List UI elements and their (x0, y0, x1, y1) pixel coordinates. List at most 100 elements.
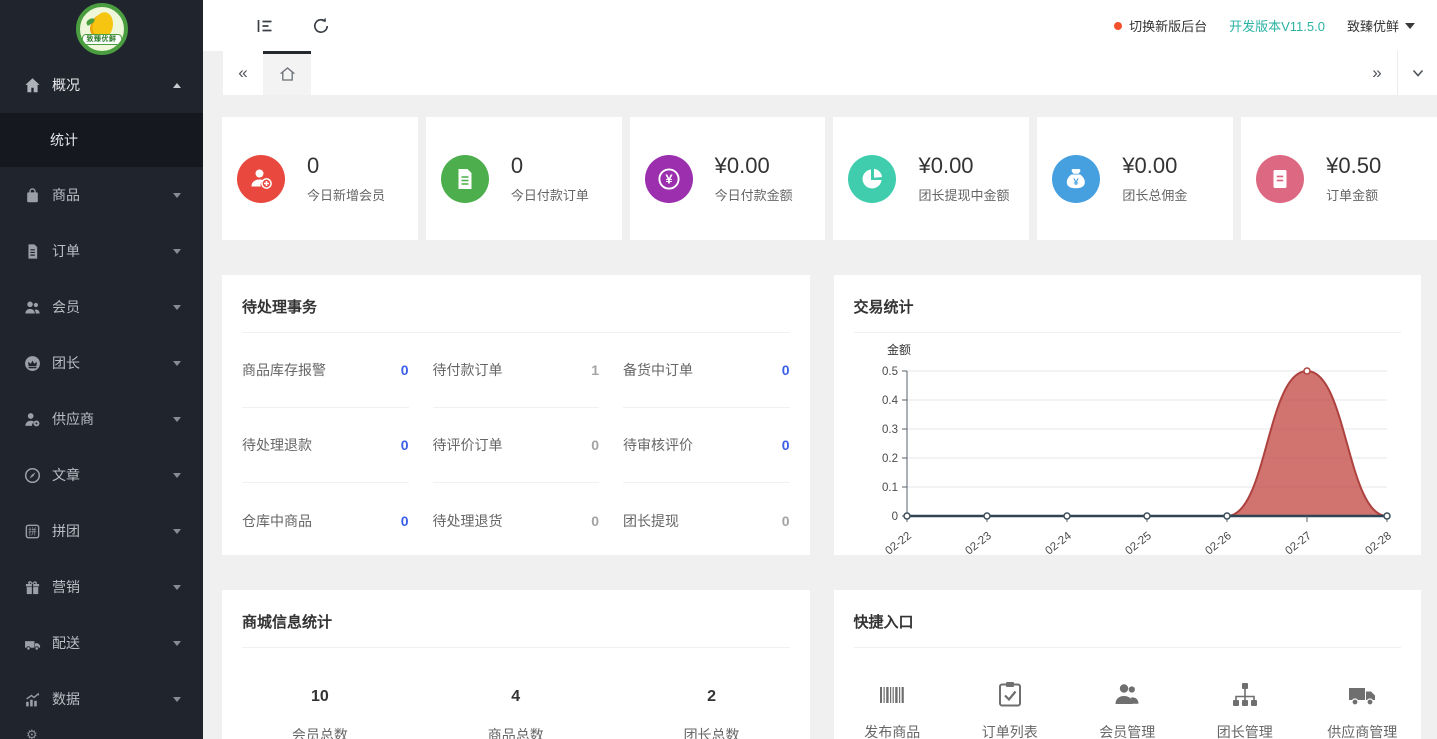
quick-entry-supplier-mgmt[interactable]: 供应商管理 (1304, 678, 1422, 739)
refresh-icon[interactable] (311, 16, 331, 36)
tab-home[interactable] (263, 51, 311, 95)
sidebar-item-goods[interactable]: 商品 (0, 167, 203, 223)
supplier-icon (24, 411, 41, 428)
stat-card-order-amount[interactable]: ¥0.50 订单金额 (1241, 117, 1437, 240)
sidebar-item-label: 拼团 (52, 521, 80, 541)
sidebar-item-statistics[interactable]: 统计 (0, 113, 203, 167)
pending-item[interactable]: 待处理退款0 (242, 408, 409, 483)
pending-item[interactable]: 待处理退货0 (433, 483, 600, 558)
stat-label: 今日付款金额 (715, 185, 793, 204)
switch-new-admin-link[interactable]: 切换新版后台 (1114, 16, 1207, 35)
sidebar-item-label: 文章 (52, 465, 80, 485)
chevron-down-icon (173, 305, 181, 310)
pending-item[interactable]: 待付款订单1 (433, 333, 600, 408)
svg-text:02-24: 02-24 (1043, 530, 1074, 555)
tabs-scroll-right-button[interactable]: » (1357, 51, 1397, 95)
sidebar-menu: 概况 统计 商品 订单 (0, 57, 203, 739)
chevron-down-icon (173, 641, 181, 646)
switch-new-admin-label: 切换新版后台 (1129, 16, 1207, 35)
gear-icon: ⚙ (26, 727, 38, 739)
yen-coin-icon: ¥ (645, 155, 693, 203)
red-dot-icon (1114, 22, 1122, 30)
compass-icon (24, 467, 41, 484)
stat-label: 团长提现中金额 (918, 185, 1009, 204)
version-link[interactable]: 开发版本V11.5.0 (1229, 16, 1325, 35)
sidebar-toggle-icon[interactable] (255, 16, 275, 36)
transaction-chart: 00.10.20.30.40.502-2202-2302-2402-2502-2… (859, 341, 1404, 555)
svg-text:0.3: 0.3 (882, 424, 898, 436)
top-navbar: 切换新版后台 开发版本V11.5.0 致臻优鲜 (203, 0, 1437, 51)
stat-card-paid-amount[interactable]: ¥ ¥0.00 今日付款金额 (630, 117, 826, 240)
sidebar-item-orders[interactable]: 订单 (0, 223, 203, 279)
sidebar-item-articles[interactable]: 文章 (0, 447, 203, 503)
sitemap-icon (1186, 678, 1304, 710)
pending-panel: 待处理事务 商品库存报警0 待付款订单1 备货中订单0 待处理退款0 待评价订单… (222, 275, 810, 555)
stat-card-new-members[interactable]: 0 今日新增会员 (222, 117, 418, 240)
quick-entry-member-mgmt[interactable]: 会员管理 (1069, 678, 1187, 739)
sidebar-item-members[interactable]: 会员 (0, 279, 203, 335)
group-buy-icon: 拼 (24, 523, 41, 540)
tab-bar: « » (203, 51, 1437, 95)
mall-stat-goods: 4 商品总数 (418, 688, 614, 739)
sidebar-item-supplier[interactable]: 供应商 (0, 391, 203, 447)
sidebar-item-partial: ⚙ (0, 727, 203, 739)
pending-item[interactable]: 待审核评价0 (623, 408, 790, 483)
quick-entry-row: 发布商品 订单列表 会员管理 (834, 678, 1422, 739)
user-plus-icon (237, 155, 285, 203)
pending-item[interactable]: 仓库中商品0 (242, 483, 409, 558)
stat-value: ¥0.00 (918, 153, 1009, 179)
document-icon (441, 155, 489, 203)
crown-icon (24, 355, 41, 372)
pending-item[interactable]: 备货中订单0 (623, 333, 790, 408)
chevron-down-icon (173, 473, 181, 478)
stat-card-leader-commission[interactable]: ¥ ¥0.00 团长总佣金 (1037, 117, 1233, 240)
money-bag-icon: ¥ (1052, 155, 1100, 203)
sidebar-item-data[interactable]: 数据 (0, 671, 203, 727)
quick-entry-publish-goods[interactable]: 发布商品 (834, 678, 952, 739)
tabs-scroll-left-button[interactable]: « (223, 51, 263, 95)
panel-title: 商城信息统计 (222, 590, 810, 647)
svg-text:¥: ¥ (1074, 177, 1080, 188)
quick-entry-order-list[interactable]: 订单列表 (951, 678, 1069, 739)
brand-logo-text: 致臻优鲜 (82, 34, 122, 45)
svg-text:¥: ¥ (665, 171, 673, 186)
sidebar-item-label: 配送 (52, 633, 80, 653)
account-menu[interactable]: 致臻优鲜 (1347, 16, 1415, 35)
account-name: 致臻优鲜 (1347, 16, 1399, 35)
pending-item[interactable]: 团长提现0 (623, 483, 790, 558)
stat-card-leader-withdrawing[interactable]: ¥0.00 团长提现中金额 (833, 117, 1029, 240)
pending-item[interactable]: 待评价订单0 (433, 408, 600, 483)
stat-value: ¥0.00 (715, 153, 793, 179)
sidebar-item-label: 商品 (52, 185, 80, 205)
brand-logo[interactable]: 致臻优鲜 (0, 0, 203, 57)
svg-text:02-26: 02-26 (1203, 530, 1234, 555)
delivery-truck-icon (1304, 678, 1422, 710)
stat-label: 团长总佣金 (1122, 185, 1187, 204)
chevron-down-icon (173, 697, 181, 702)
mall-stat-leaders: 2 团长总数 (614, 688, 810, 739)
sidebar-item-marketing[interactable]: 营销 (0, 559, 203, 615)
clipboard-check-icon (951, 678, 1069, 710)
quick-entry-leader-mgmt[interactable]: 团长管理 (1186, 678, 1304, 739)
app-root: 致臻优鲜 概况 统计 商品 (0, 0, 1437, 739)
stat-card-paid-orders[interactable]: 0 今日付款订单 (426, 117, 622, 240)
chevron-down-icon (173, 417, 181, 422)
sidebar-item-label: 数据 (52, 689, 80, 709)
tabs-dropdown-button[interactable] (1397, 51, 1437, 95)
dashboard-content: 0 今日新增会员 0 今日付款订单 ¥ (203, 95, 1437, 739)
middle-row: 待处理事务 商品库存报警0 待付款订单1 备货中订单0 待处理退款0 待评价订单… (222, 275, 1421, 555)
pending-item[interactable]: 商品库存报警0 (242, 333, 409, 408)
sidebar-item-group-leader[interactable]: 团长 (0, 335, 203, 391)
sidebar-item-overview[interactable]: 概况 (0, 57, 203, 113)
svg-text:02-23: 02-23 (963, 530, 994, 555)
stat-value: ¥0.00 (1122, 153, 1187, 179)
sidebar-item-group-buy[interactable]: 拼 拼团 (0, 503, 203, 559)
chevron-down-icon (173, 529, 181, 534)
panel-title: 待处理事务 (222, 275, 810, 332)
chevron-down-icon (173, 361, 181, 366)
svg-text:02-27: 02-27 (1283, 530, 1314, 555)
mall-stats-panel: 商城信息统计 10 会员总数 4 商品总数 2 团长总数 (222, 590, 810, 739)
bill-icon (1256, 155, 1304, 203)
sidebar-item-delivery[interactable]: 配送 (0, 615, 203, 671)
truck-icon (24, 635, 41, 652)
